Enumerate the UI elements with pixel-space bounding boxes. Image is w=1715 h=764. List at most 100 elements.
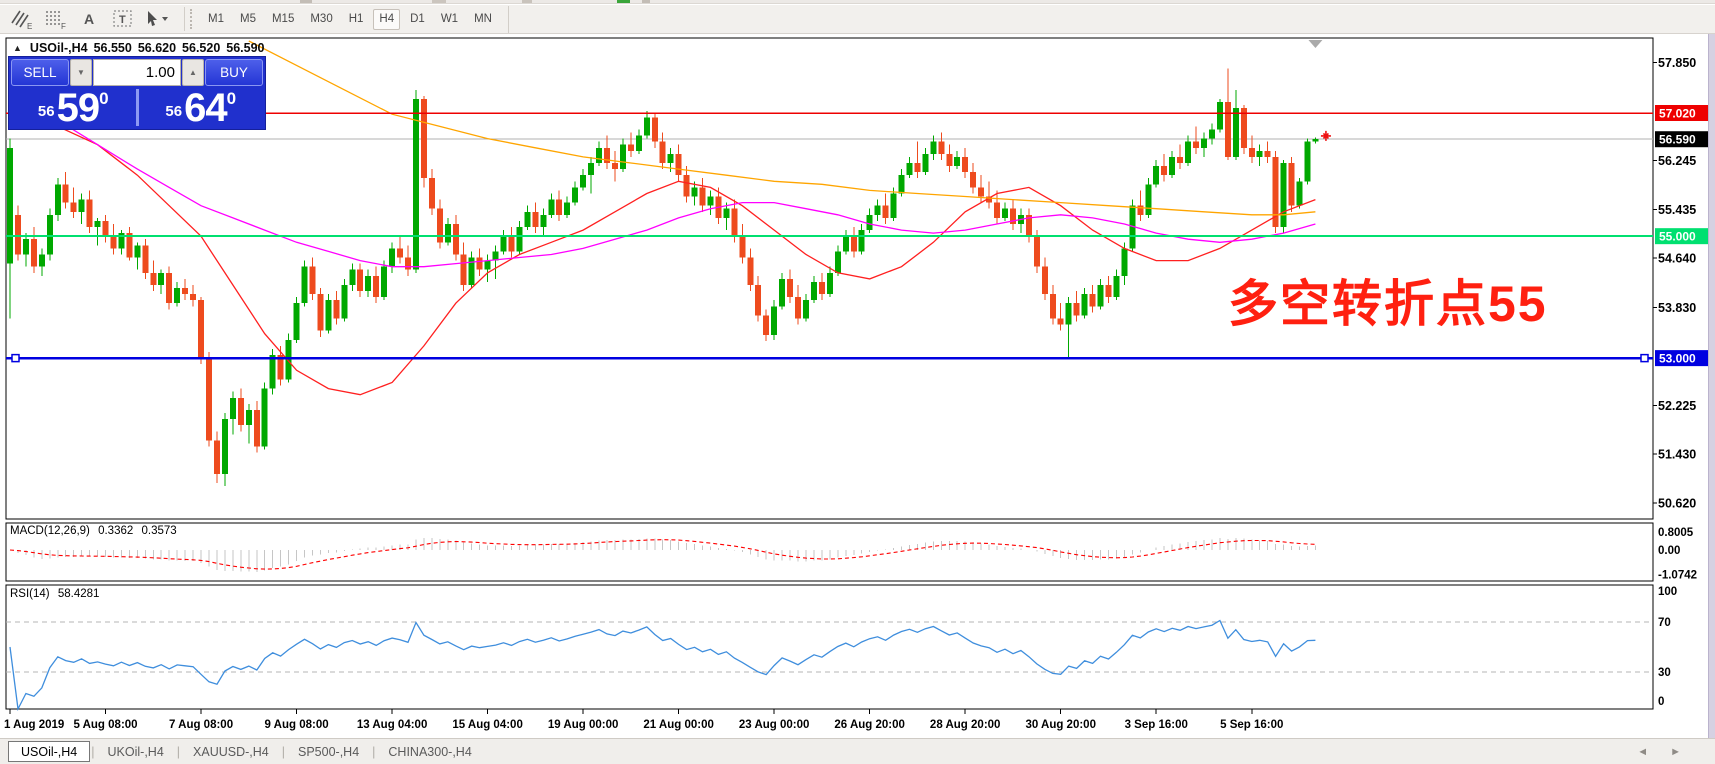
hline-53.000-handle-left[interactable] (12, 355, 19, 362)
candle-body (883, 206, 889, 218)
candle-body (357, 270, 363, 291)
date-label: 7 Aug 08:00 (169, 719, 233, 731)
candle-body (429, 178, 435, 208)
timeframe-h1-button[interactable]: H1 (343, 9, 370, 30)
rsi-value: 58.4281 (58, 588, 100, 600)
date-label: 13 Aug 04:00 (357, 719, 428, 731)
chart-tabs: USOil-,H4|UKOil-,H4|XAUUSD-,H4|SP500-,H4… (8, 741, 484, 762)
timeframe-m15-button[interactable]: M15 (266, 9, 300, 30)
candle-body (501, 236, 507, 251)
candle-body (508, 236, 514, 251)
candle-body (63, 184, 69, 202)
chart-annotation-text: 多空转折点55 (1228, 264, 1548, 336)
candle-body (341, 285, 347, 319)
hline-55.000-tag-text: 55.000 (1659, 230, 1696, 244)
hline-53.000-tag-text: 53.000 (1659, 352, 1696, 366)
sell-price[interactable]: 56 59 0 (11, 88, 136, 127)
price-tick-label: 56.245 (1658, 154, 1696, 168)
tab-scroll-left-icon[interactable]: ◄ (1637, 746, 1648, 758)
candle-body (540, 215, 546, 227)
candle-body (946, 154, 952, 166)
candle-body (652, 117, 658, 141)
rsi-axis-label: 0 (1658, 696, 1664, 708)
tab-sp500h4[interactable]: SP500-,H4 (286, 741, 371, 762)
timeframe-m30-button[interactable]: M30 (304, 9, 338, 30)
bid-price-tag-text: 56.590 (1659, 133, 1696, 147)
candle-body (246, 410, 252, 425)
candle-body (763, 315, 769, 335)
tab-xauusdh4[interactable]: XAUUSD-,H4 (181, 741, 281, 762)
timeframe-m5-button[interactable]: M5 (234, 9, 262, 30)
timeframe-d1-button[interactable]: D1 (404, 9, 431, 30)
timeframe-m1-button[interactable]: M1 (202, 9, 230, 30)
hline-53.000-handle-right[interactable] (1641, 355, 1648, 362)
candle-body (1257, 151, 1263, 157)
date-label: 23 Aug 00:00 (739, 719, 810, 731)
tab-ukoilh4[interactable]: UKOil-,H4 (96, 741, 176, 762)
candle-body (1098, 285, 1104, 306)
date-label: 28 Aug 20:00 (930, 719, 1001, 731)
one-click-trading-panel: SELL ▼ 1.00 ▲ BUY 56 59 0 56 64 0 (8, 56, 266, 130)
collapse-panel-icon[interactable]: ▲ (13, 43, 22, 53)
candle-body (158, 273, 164, 285)
candle-body (612, 163, 618, 169)
date-label: 5 Sep 16:00 (1220, 719, 1283, 731)
candle-body (899, 175, 905, 193)
candle-body (222, 419, 228, 474)
svg-text:A: A (84, 11, 94, 27)
arrow-objects-icon[interactable] (142, 7, 172, 31)
candle-body (1233, 108, 1239, 157)
candle-body (1034, 236, 1040, 266)
svg-text:T: T (119, 14, 126, 26)
candle-body (349, 270, 355, 285)
indicators-draw-icon[interactable]: E (6, 7, 36, 31)
volume-increase-button[interactable]: ▲ (182, 59, 204, 86)
candle-body (1090, 294, 1096, 306)
text-label-icon[interactable]: A (74, 7, 104, 31)
buy-button[interactable]: BUY (205, 59, 263, 86)
candle-body (1082, 294, 1088, 315)
tab-china300h4[interactable]: CHINA300-,H4 (376, 741, 483, 762)
candle-body (835, 251, 841, 272)
candle-body (978, 187, 984, 196)
ohlc-open: 56.550 (94, 41, 132, 55)
candle-body (1225, 102, 1231, 157)
volume-decrease-button[interactable]: ▼ (70, 59, 92, 86)
candle-body (1058, 318, 1064, 324)
candle-body (397, 248, 403, 257)
tab-scroll-arrows: ◄ ► (1637, 746, 1681, 758)
tab-separator: | (91, 745, 94, 759)
candle-body (485, 261, 491, 270)
sell-button[interactable]: SELL (11, 59, 69, 86)
candle-body (532, 212, 538, 227)
timeframe-mn-button[interactable]: MN (468, 9, 498, 30)
timeframe-w1-button[interactable]: W1 (435, 9, 464, 30)
volume-input[interactable]: 1.00 (93, 59, 181, 86)
candle-body (47, 215, 53, 255)
tab-usoilh4[interactable]: USOil-,H4 (8, 741, 90, 762)
candle-body (461, 254, 467, 284)
candle-body (365, 276, 371, 291)
candle-body (588, 163, 594, 175)
buy-price[interactable]: 56 64 0 (139, 88, 264, 127)
text-box-icon[interactable]: T (108, 7, 138, 31)
tab-scroll-right-icon[interactable]: ► (1670, 746, 1681, 758)
candle-body (620, 145, 626, 169)
candle-body (556, 200, 562, 215)
macd-value-signal: 0.3573 (141, 525, 176, 537)
candle-body (477, 258, 483, 270)
candle-body (803, 300, 809, 318)
rsi-axis-label: 70 (1658, 617, 1671, 629)
candle-body (747, 258, 753, 285)
candle-body (1113, 276, 1119, 297)
candle-body (1145, 184, 1151, 214)
rsi-panel[interactable] (6, 585, 1653, 709)
fibonacci-grid-icon[interactable]: F (40, 7, 70, 31)
candle-body (636, 136, 642, 151)
candle-body (867, 215, 873, 230)
candle-body (1074, 303, 1080, 315)
candle-body (381, 267, 387, 297)
timeframe-h4-button[interactable]: H4 (373, 9, 400, 30)
rsi-name: RSI(14) (10, 588, 50, 600)
macd-value-main: 0.3362 (98, 525, 133, 537)
